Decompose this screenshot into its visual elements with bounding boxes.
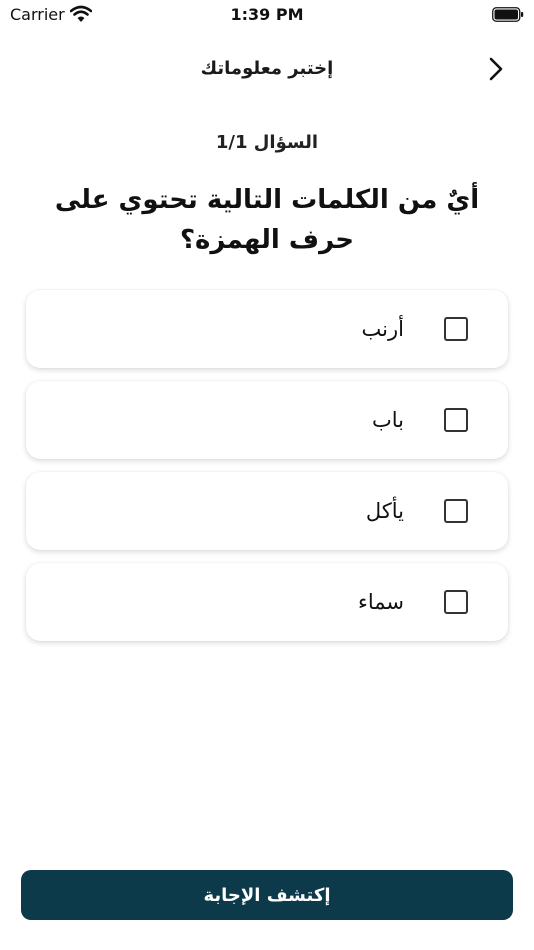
option-card[interactable]: سماء: [26, 563, 508, 641]
option-label: أرنب: [361, 317, 404, 341]
checkbox[interactable]: [444, 408, 468, 432]
question-counter: السؤال 1/1: [215, 132, 319, 153]
page-title: إختبر معلوماتك: [200, 58, 334, 79]
question-text: أيٌ من الكلمات التالية تحتوي على حرف اله…: [54, 185, 480, 255]
option-label: يأكل: [365, 499, 404, 523]
back-chevron-icon[interactable]: [482, 54, 510, 84]
nav-header: إختبر معلوماتك: [0, 48, 534, 92]
option-label: باب: [371, 408, 404, 432]
option-label: سماء: [357, 590, 404, 614]
clock: 1:39 PM: [230, 5, 304, 24]
checkbox[interactable]: [444, 590, 468, 614]
checkbox[interactable]: [444, 499, 468, 523]
reveal-answer-button[interactable]: إكتشف الإجابة: [21, 870, 513, 920]
checkbox[interactable]: [444, 317, 468, 341]
battery-icon: [492, 7, 524, 22]
option-card[interactable]: يأكل: [26, 472, 508, 550]
option-card[interactable]: باب: [26, 381, 508, 459]
option-card[interactable]: أرنب: [26, 290, 508, 368]
status-bar: Carrier 1:39 PM: [0, 0, 534, 30]
